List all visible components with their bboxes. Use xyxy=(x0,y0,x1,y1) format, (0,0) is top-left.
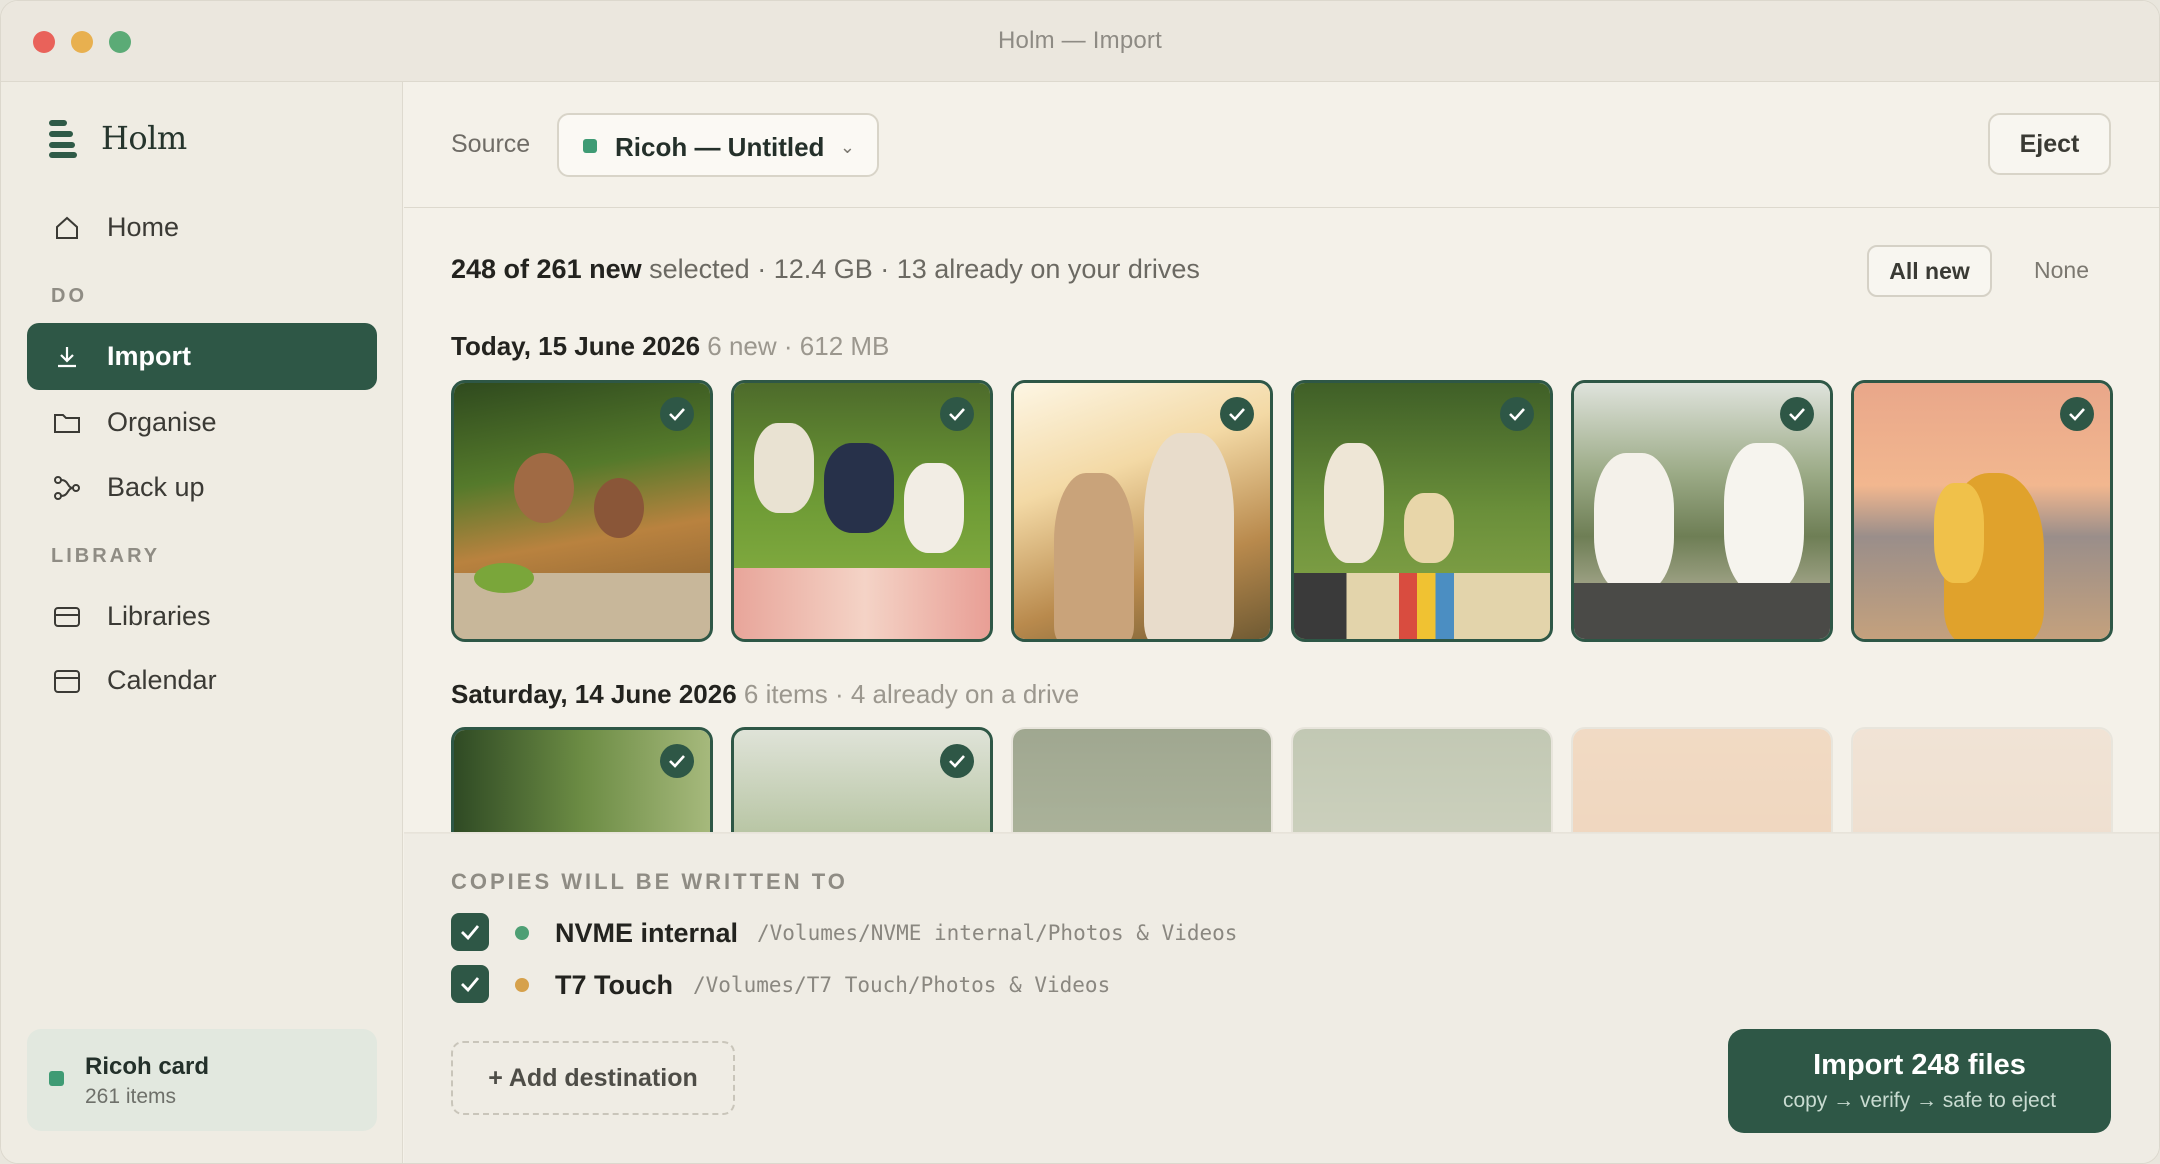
source-card-status[interactable]: Ricoh card 261 items xyxy=(27,1029,377,1131)
destinations-title: COPIES WILL BE WRITTEN TO xyxy=(451,869,848,894)
sidebar-item-label: Calendar xyxy=(107,665,217,695)
destination-checkbox[interactable] xyxy=(451,965,489,1003)
drive-color-dot xyxy=(515,978,529,992)
selection-count: 248 of 261 new xyxy=(451,254,642,284)
photo-thumbnail[interactable] xyxy=(1291,380,1553,642)
chevron-down-icon: ⌄ xyxy=(839,137,855,157)
app-window: Holm — Import Holm Home DO Import Organi… xyxy=(0,0,2160,1164)
app-logo: Holm xyxy=(47,118,187,158)
check-icon[interactable] xyxy=(660,744,694,778)
source-label: Source xyxy=(451,130,531,158)
check-icon[interactable] xyxy=(1780,397,1814,431)
photo-park-icon xyxy=(1013,729,1271,832)
import-files-button[interactable]: Import 248 files copy → verify → safe to… xyxy=(1728,1029,2111,1133)
card-item-count: 261 items xyxy=(85,1085,177,1108)
destination-name: T7 Touch xyxy=(555,970,673,1000)
photo-thumbnail-already-on-drive[interactable] xyxy=(1291,727,1553,832)
import-button-label: Import 248 files xyxy=(1813,1049,2026,1081)
all-new-button[interactable]: All new xyxy=(1867,245,1992,297)
app-name: Holm xyxy=(101,119,187,157)
day-heading: Saturday, 14 June 2026 6 items · 4 alrea… xyxy=(451,679,1080,709)
title-bar: Holm — Import xyxy=(1,1,2159,82)
photo-family-group-icon xyxy=(1293,729,1551,832)
sidebar-item-calendar[interactable]: Calendar xyxy=(27,647,377,714)
sidebar-item-label: Import xyxy=(107,341,191,371)
destination-row: T7 Touch /Volumes/T7 Touch/Photos & Vide… xyxy=(451,965,1451,1005)
sidebar-item-label: Organise xyxy=(107,407,217,437)
photo-thumbnail[interactable] xyxy=(451,380,713,642)
photo-thumbnail[interactable] xyxy=(731,380,993,642)
card-name: Ricoh card xyxy=(85,1053,210,1080)
sidebar-item-import[interactable]: Import xyxy=(27,323,377,390)
home-icon xyxy=(53,214,81,242)
photo-thumbnail-already-on-drive[interactable] xyxy=(1011,727,1273,832)
add-destination-button[interactable]: + Add destination xyxy=(451,1041,735,1115)
calendar-icon xyxy=(53,667,81,695)
branch-icon xyxy=(53,474,81,502)
download-icon xyxy=(53,343,81,371)
photo-sea-sunset-icon xyxy=(1853,729,2111,832)
none-button[interactable]: None xyxy=(2034,257,2089,284)
check-icon[interactable] xyxy=(660,397,694,431)
selection-size: 12.4 GB xyxy=(773,254,873,284)
sidebar-item-label: Libraries xyxy=(107,601,211,631)
selection-summary: 248 of 261 new selected · 12.4 GB · 13 a… xyxy=(451,254,1200,284)
status-dot xyxy=(49,1071,64,1086)
toolbar: Source Ricoh — Untitled ⌄ Eject xyxy=(404,82,2159,208)
destination-row: NVME internal /Volumes/NVME internal/Pho… xyxy=(451,913,1451,953)
folder-icon xyxy=(53,409,81,437)
day-heading: Today, 15 June 2026 6 new · 612 MB xyxy=(451,331,890,361)
library-icon xyxy=(53,603,81,631)
sidebar-item-organise[interactable]: Organise xyxy=(27,389,377,456)
photo-thumbnail-already-on-drive[interactable] xyxy=(1851,727,2113,832)
destination-name: NVME internal xyxy=(555,918,739,948)
photo-thumbnail[interactable] xyxy=(731,727,993,832)
sidebar: Holm Home DO Import Organise Back up LIB… xyxy=(1,82,403,1163)
photo-thumbnail[interactable] xyxy=(1851,380,2113,642)
photo-thumbnail[interactable] xyxy=(1571,380,1833,642)
section-do: DO xyxy=(51,285,87,307)
check-icon[interactable] xyxy=(940,744,974,778)
sidebar-item-home[interactable]: Home xyxy=(27,194,377,261)
section-library: LIBRARY xyxy=(51,545,161,567)
photo-thumbnail-already-on-drive[interactable] xyxy=(1571,727,1833,832)
window-title: Holm — Import xyxy=(998,27,1162,54)
import-button-subtitle: copy → verify → safe to eject xyxy=(1782,1089,2057,1112)
holm-logo-icon xyxy=(47,118,77,158)
status-dot xyxy=(583,139,597,153)
main-content: Source Ricoh — Untitled ⌄ Eject 248 of 2… xyxy=(404,82,2159,1163)
drive-color-dot xyxy=(515,926,529,940)
photo-beach-silhouette-icon xyxy=(1573,729,1831,832)
check-icon[interactable] xyxy=(1500,397,1534,431)
destination-path: /Volumes/NVME internal/Photos & Videos xyxy=(757,921,1238,945)
sidebar-item-label: Back up xyxy=(107,472,205,502)
photo-thumbnail[interactable] xyxy=(451,727,713,832)
destination-path: /Volumes/T7 Touch/Photos & Videos xyxy=(693,973,1111,997)
check-icon[interactable] xyxy=(940,397,974,431)
sidebar-item-label: Home xyxy=(107,212,180,242)
sidebar-item-back-up[interactable]: Back up xyxy=(27,454,377,521)
sidebar-item-libraries[interactable]: Libraries xyxy=(27,583,377,650)
destination-checkbox[interactable] xyxy=(451,913,489,951)
source-value: Ricoh — Untitled xyxy=(615,132,825,162)
check-icon[interactable] xyxy=(2060,397,2094,431)
eject-button[interactable]: Eject xyxy=(1988,113,2111,175)
check-icon[interactable] xyxy=(1220,397,1254,431)
photo-thumbnail[interactable] xyxy=(1011,380,1273,642)
source-select[interactable]: Ricoh — Untitled ⌄ xyxy=(557,113,879,177)
already-on-drives: 13 already on your drives xyxy=(896,254,1200,284)
destinations-panel: COPIES WILL BE WRITTEN TO NVME internal … xyxy=(404,834,2159,1163)
photo-row-clip xyxy=(404,727,2159,832)
